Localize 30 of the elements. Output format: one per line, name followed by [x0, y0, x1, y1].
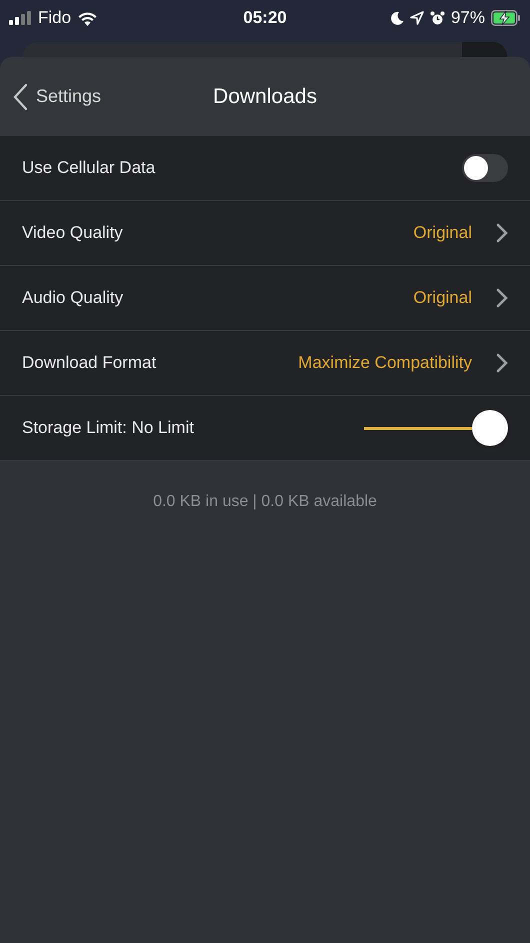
moon-icon: [390, 11, 404, 25]
chevron-right-icon: [496, 288, 508, 308]
row-label: Use Cellular Data: [22, 157, 156, 180]
battery-percent: 97%: [450, 7, 485, 30]
charging-battery-icon: [491, 10, 521, 26]
row-label: Storage Limit: No Limit: [22, 417, 194, 440]
back-button[interactable]: Settings: [0, 82, 102, 110]
location-arrow-icon: [410, 11, 424, 25]
chevron-left-icon: [13, 82, 28, 110]
row-label: Download Format: [22, 352, 156, 374]
settings-row[interactable]: Video Quality Original: [0, 201, 530, 266]
slider-thumb[interactable]: [472, 410, 508, 446]
row-value: Original: [413, 287, 472, 310]
row-value: Original: [413, 222, 472, 244]
chevron-right-icon: [496, 223, 508, 243]
alarm-clock-icon: [430, 10, 445, 26]
settings-row[interactable]: Audio Quality Original: [0, 266, 530, 331]
storage-info: 0.0 KB in use | 0.0 KB available: [152, 492, 378, 512]
clock-time: 05:20: [243, 7, 287, 30]
page-title: Downloads: [213, 84, 317, 110]
row-label: Audio Quality: [22, 287, 124, 310]
chevron-right-icon: [496, 353, 508, 373]
signal-icon: [9, 11, 32, 25]
row-value: Maximize Compatibility: [298, 352, 472, 374]
settings-row[interactable]: Download Format Maximize Compatibility: [0, 331, 530, 396]
toggle-switch[interactable]: [462, 154, 508, 182]
carrier-name: Fido: [38, 7, 72, 30]
row-label: Video Quality: [22, 222, 123, 244]
settings-row[interactable]: Use Cellular Data: [0, 136, 530, 201]
wifi-icon: [77, 10, 98, 26]
